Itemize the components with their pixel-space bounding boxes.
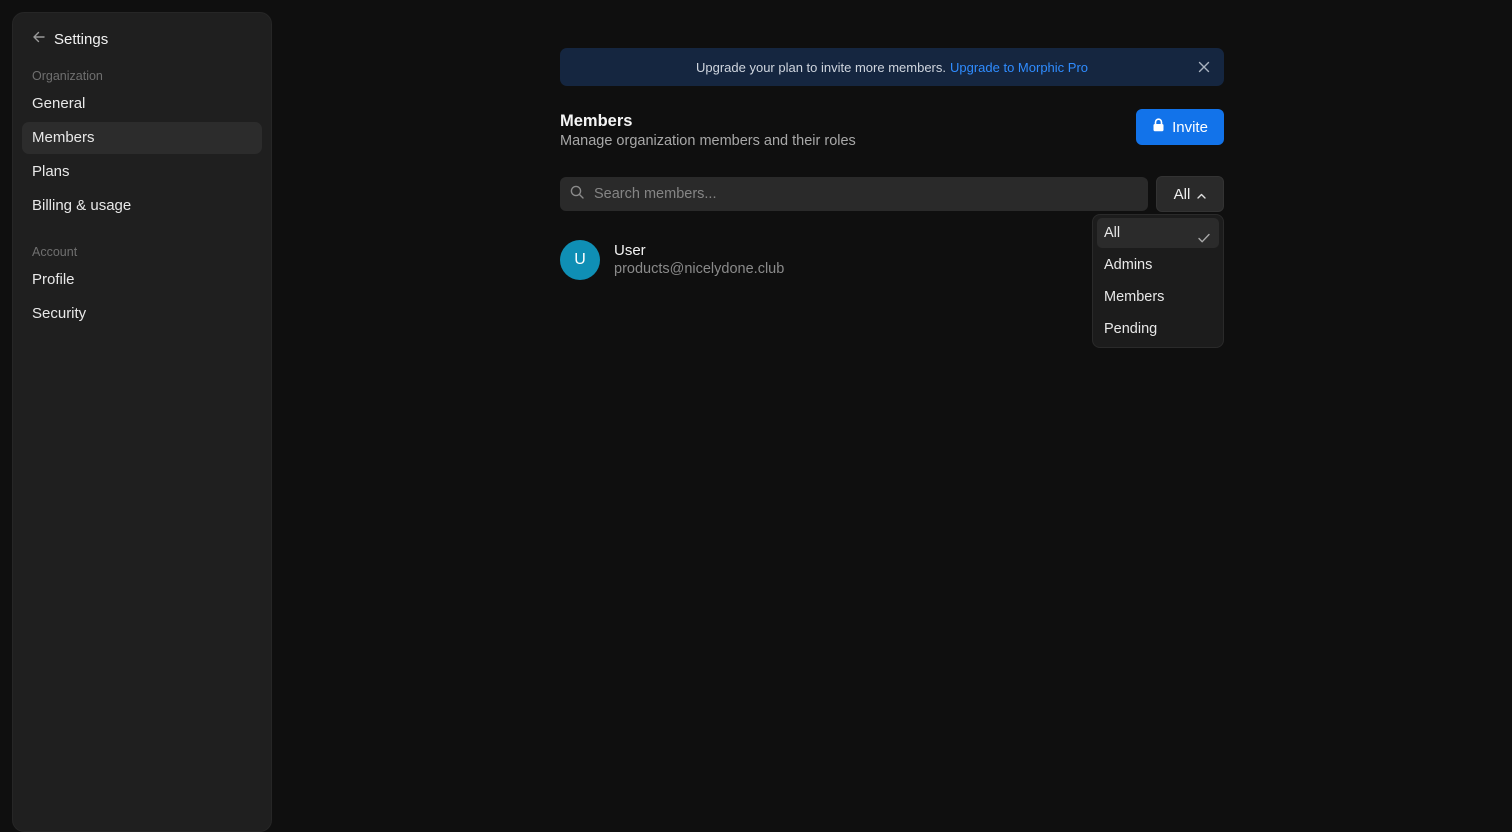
invite-button[interactable]: Invite <box>1136 109 1224 145</box>
check-icon <box>1197 226 1211 243</box>
sidebar-title: Settings <box>54 30 109 48</box>
page-subtitle: Manage organization members and their ro… <box>560 133 856 149</box>
search-input[interactable] <box>594 186 1114 202</box>
avatar: U <box>560 240 600 280</box>
sidebar-item-security[interactable]: Security <box>22 298 262 330</box>
filter-option-members[interactable]: Members <box>1097 282 1219 312</box>
sidebar-item-general[interactable]: General <box>22 88 262 120</box>
close-icon[interactable] <box>1196 59 1212 75</box>
search-box[interactable] <box>560 177 1148 211</box>
filter-option-admins[interactable]: Admins <box>1097 250 1219 280</box>
sidebar-section-account: Account <box>32 245 78 259</box>
arrow-left-icon <box>32 30 46 48</box>
member-email: products@nicelydone.club <box>614 261 785 277</box>
sidebar-item-members[interactable]: Members <box>22 122 262 154</box>
avatar-initial: U <box>574 251 586 268</box>
sidebar-item-billing[interactable]: Billing & usage <box>22 190 262 222</box>
sidebar-section-organization: Organization <box>32 69 103 83</box>
filter-option-label: Members <box>1104 289 1165 305</box>
upgrade-link[interactable]: Upgrade to Morphic Pro <box>950 60 1088 75</box>
lock-icon <box>1152 118 1165 136</box>
invite-label: Invite <box>1172 118 1208 136</box>
filter-option-label: Pending <box>1104 321 1158 337</box>
search-icon <box>570 185 584 204</box>
banner-text: Upgrade your plan to invite more members… <box>695 59 946 75</box>
sidebar-item-plans[interactable]: Plans <box>22 156 262 188</box>
filter-option-label: All <box>1104 225 1121 241</box>
member-name: User <box>614 242 646 259</box>
settings-sidebar: Settings Organization General Members Pl… <box>12 12 272 832</box>
role-filter-select[interactable]: All <box>1156 176 1224 212</box>
search-row: All <box>560 176 1224 212</box>
back-to-settings[interactable]: Settings <box>22 26 262 52</box>
upgrade-banner: Upgrade your plan to invite more members… <box>560 48 1224 86</box>
filter-selected-value: All <box>1173 185 1191 203</box>
sidebar-item-profile[interactable]: Profile <box>22 264 262 296</box>
page-header: Members Manage organization members and … <box>560 109 1224 152</box>
chevron-up-icon <box>1197 186 1207 203</box>
role-filter-dropdown: All Admins Members Pending <box>1092 214 1224 348</box>
filter-option-pending[interactable]: Pending <box>1097 314 1219 344</box>
filter-option-all[interactable]: All <box>1097 218 1219 248</box>
filter-option-label: Admins <box>1104 257 1153 273</box>
page-title: Members <box>560 112 633 130</box>
